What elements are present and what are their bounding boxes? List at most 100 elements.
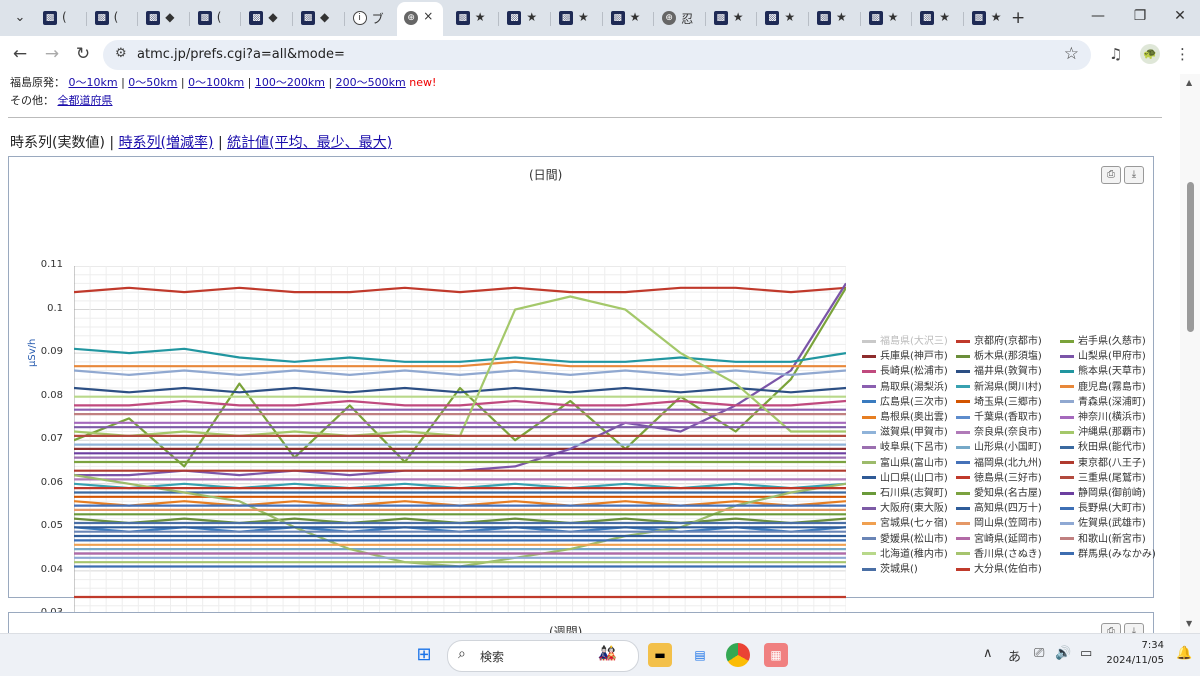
notepad-icon[interactable]: ▤ <box>688 643 712 667</box>
legend-item[interactable]: 島根県(奥出雲) <box>862 408 948 423</box>
close-window-icon[interactable]: ✕ <box>1170 8 1190 24</box>
scroll-up-icon[interactable]: ▲ <box>1186 78 1192 87</box>
legend-item[interactable]: 大分県(佐伯市) <box>956 560 1042 575</box>
legend-item[interactable]: 青森県(深浦町) <box>1060 393 1146 408</box>
legend-item[interactable]: 佐賀県(武雄市) <box>1060 514 1146 529</box>
legend-item[interactable]: 千葉県(香取市) <box>956 408 1042 423</box>
legend-item[interactable]: 新潟県(関川村) <box>956 378 1042 393</box>
link-200-500km[interactable]: 200〜500km <box>336 76 406 89</box>
back-icon[interactable]: ← <box>8 44 32 64</box>
legend-item[interactable]: 静岡県(御前崎) <box>1060 484 1146 499</box>
new-tab-button[interactable]: + <box>1011 8 1025 28</box>
link-0-50km[interactable]: 0〜50km <box>128 76 177 89</box>
taskbar-search[interactable]: ⌕ 検索 🎎 <box>447 640 639 672</box>
system-clock[interactable]: 7:34 2024/11/05 <box>1106 638 1164 668</box>
file-explorer-icon[interactable]: ▬ <box>648 643 672 667</box>
print-icon[interactable]: ⎙ <box>1101 166 1121 184</box>
browser-tab[interactable]: ▩ ◆ <box>294 6 342 30</box>
legend-item[interactable]: 北海道(稚内市) <box>862 545 948 560</box>
browser-tab[interactable]: ▩ ★ <box>604 6 652 30</box>
calculator-icon[interactable]: ▦ <box>764 643 788 667</box>
profile-avatar[interactable]: 🐢 <box>1140 44 1160 64</box>
page-scrollbar[interactable]: ▲ ▼ <box>1180 74 1200 633</box>
browser-tab[interactable]: ▩ ★ <box>449 6 497 30</box>
browser-tab[interactable]: ▩ ★ <box>810 6 858 30</box>
tray-chevron-icon[interactable]: ∧ <box>983 646 993 661</box>
legend-item[interactable]: 岐阜県(下呂市) <box>862 438 948 453</box>
legend-item[interactable]: 秋田県(能代市) <box>1060 438 1146 453</box>
chrome-icon[interactable] <box>726 643 750 667</box>
browser-tab[interactable]: iブ <box>346 6 394 30</box>
browser-tab[interactable]: ▩ ★ <box>707 6 755 30</box>
legend-item[interactable]: 高知県(四万十) <box>956 499 1042 514</box>
legend-item[interactable]: 福島県(大沢三) <box>862 332 948 347</box>
legend-item[interactable]: 和歌山(新宮市) <box>1060 530 1146 545</box>
forward-icon[interactable]: → <box>40 44 64 64</box>
browser-tab-active[interactable]: ⊕ × <box>397 2 444 36</box>
legend-item[interactable]: 熊本県(天草市) <box>1060 362 1146 377</box>
download-icon[interactable]: ⤓ <box>1124 166 1144 184</box>
browser-tab[interactable]: ▩ ★ <box>552 6 600 30</box>
browser-tab[interactable]: ▩( <box>36 6 84 30</box>
print-icon[interactable]: ⎙ <box>1101 623 1121 633</box>
legend-item[interactable]: 神奈川(横浜市) <box>1060 408 1146 423</box>
notification-bell-icon[interactable]: 🔔 <box>1176 646 1192 661</box>
legend-item[interactable]: 京都府(京都市) <box>956 332 1042 347</box>
browser-tab[interactable]: ▩ ◆ <box>242 6 290 30</box>
legend-item[interactable]: 栃木県(那須塩) <box>956 347 1042 362</box>
site-info-icon[interactable]: ⚙ <box>115 46 127 61</box>
url-text[interactable]: atmc.jp/prefs.cgi?a=all&mode= <box>137 47 345 62</box>
legend-item[interactable]: 香川県(さぬき) <box>956 545 1042 560</box>
minimize-icon[interactable]: — <box>1088 8 1108 24</box>
legend-item[interactable]: 岩手県(久慈市) <box>1060 332 1146 347</box>
legend-item[interactable]: 岡山県(笠岡市) <box>956 514 1042 529</box>
legend-item[interactable]: 群馬県(みなかみ) <box>1060 545 1156 560</box>
legend-item[interactable]: 徳島県(三好市) <box>956 469 1042 484</box>
speaker-icon[interactable]: 🔊 <box>1055 646 1071 661</box>
browser-tab[interactable]: ▩ ★ <box>913 6 961 30</box>
browser-tab[interactable]: ▩( <box>191 6 239 30</box>
legend-item[interactable]: 鳥取県(湯梨浜) <box>862 378 948 393</box>
legend-item[interactable]: 愛知県(名古屋) <box>956 484 1042 499</box>
ime-indicator[interactable]: あ <box>1008 646 1021 665</box>
legend-item[interactable]: 奈良県(奈良市) <box>956 423 1042 438</box>
scroll-thumb[interactable] <box>1187 182 1194 332</box>
legend-item[interactable]: 滋賀県(甲賀市) <box>862 423 948 438</box>
legend-item[interactable]: 福井県(敦賀市) <box>956 362 1042 377</box>
legend-item[interactable]: 広島県(三次市) <box>862 393 948 408</box>
legend-item[interactable]: 大阪府(東大阪) <box>862 499 948 514</box>
battery-icon[interactable]: ▭ <box>1080 646 1092 661</box>
bookmark-star-icon[interactable]: ☆ <box>1064 44 1079 64</box>
browser-tab[interactable]: ▩ ★ <box>758 6 806 30</box>
browser-tab[interactable]: ▩ ★ <box>500 6 548 30</box>
restore-icon[interactable]: ❐ <box>1130 8 1150 24</box>
tab-statistics[interactable]: 統計値(平均、最少、最大) <box>227 135 392 151</box>
legend-item[interactable]: 宮崎県(延岡市) <box>956 530 1042 545</box>
reload-icon[interactable]: ↻ <box>71 44 95 64</box>
legend-item[interactable]: 東京都(八王子) <box>1060 454 1146 469</box>
media-control-icon[interactable]: ♫ <box>1109 45 1122 63</box>
legend-item[interactable]: 沖縄県(那覇市) <box>1060 423 1146 438</box>
browser-tab[interactable]: ▩ ★ <box>965 6 1013 30</box>
legend-item[interactable]: 山口県(山口市) <box>862 469 948 484</box>
omnibox[interactable]: ⚙ atmc.jp/prefs.cgi?a=all&mode= ☆ <box>103 40 1091 70</box>
browser-tab[interactable]: ▩ ★ <box>862 6 910 30</box>
browser-tab[interactable]: ⊕ 忍 <box>655 6 703 30</box>
legend-item[interactable]: 山梨県(甲府市) <box>1060 347 1146 362</box>
legend-item[interactable]: 宮城県(七ヶ宿) <box>862 514 948 529</box>
legend-item[interactable]: 鹿児島(霧島市) <box>1060 378 1146 393</box>
legend-item[interactable]: 茨城県() <box>862 560 918 575</box>
menu-kebab-icon[interactable]: ⋮ <box>1175 45 1190 63</box>
link-all-prefectures[interactable]: 全都道府県 <box>58 94 113 107</box>
legend-item[interactable]: 愛媛県(松山市) <box>862 530 948 545</box>
link-100-200km[interactable]: 100〜200km <box>255 76 325 89</box>
legend-item[interactable]: 長崎県(松浦市) <box>862 362 948 377</box>
legend-item[interactable]: 長野県(大町市) <box>1060 499 1146 514</box>
download-icon[interactable]: ⤓ <box>1124 623 1144 633</box>
scroll-down-icon[interactable]: ▼ <box>1186 619 1192 628</box>
link-0-10km[interactable]: 0〜10km <box>69 76 118 89</box>
tab-search-chevron-icon[interactable]: ⌄ <box>8 6 32 30</box>
link-0-100km[interactable]: 0〜100km <box>188 76 244 89</box>
tray-device-icon[interactable]: ⎚ <box>1034 646 1044 661</box>
legend-item[interactable]: 埼玉県(三郷市) <box>956 393 1042 408</box>
